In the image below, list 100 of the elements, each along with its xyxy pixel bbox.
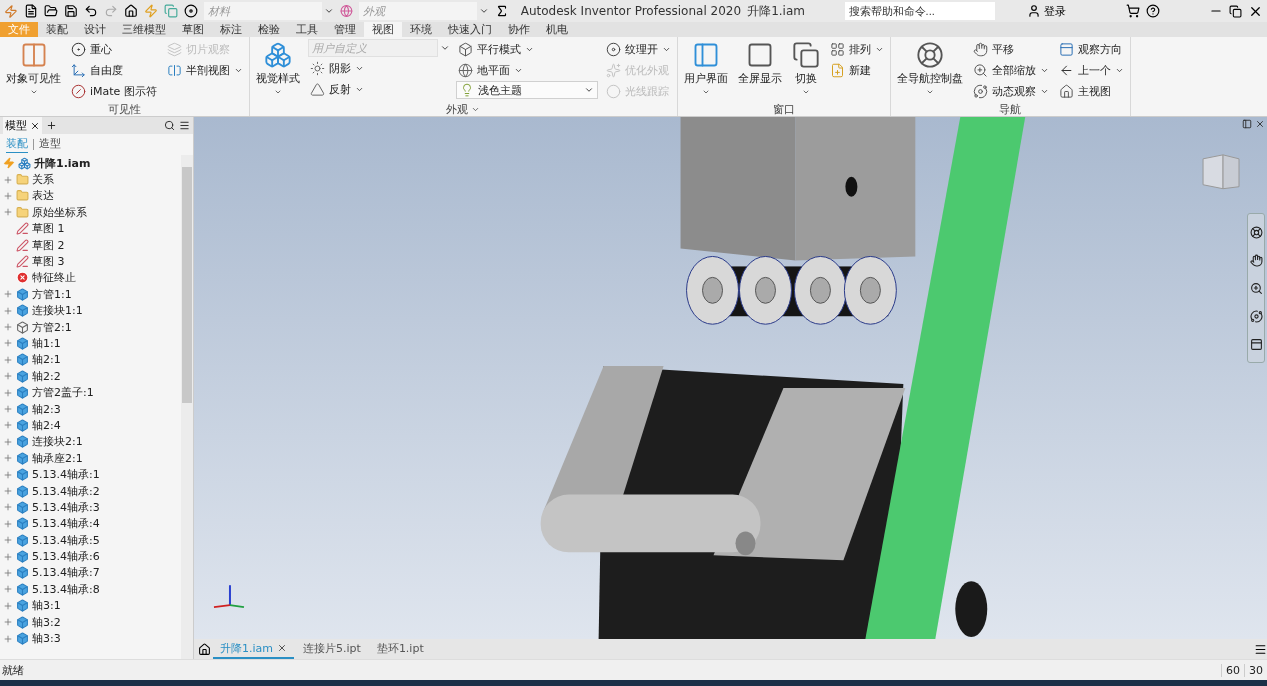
save-button[interactable] bbox=[63, 4, 78, 18]
restore-button[interactable] bbox=[1229, 4, 1242, 18]
orbit-icon[interactable] bbox=[1249, 309, 1263, 323]
plus-icon[interactable] bbox=[46, 120, 57, 131]
ribbon-tab[interactable]: 草图 bbox=[174, 22, 212, 37]
ribbon-tab[interactable]: 标注 bbox=[212, 22, 250, 37]
search-field[interactable]: 搜索帮助和命令... bbox=[844, 2, 995, 20]
mode-tab[interactable]: 造型 bbox=[39, 136, 61, 153]
update-button[interactable] bbox=[143, 4, 158, 18]
cart-button[interactable] bbox=[1126, 4, 1141, 18]
tree-item[interactable]: 5.13.4轴承:6 bbox=[32, 549, 100, 565]
ribbon-tab[interactable]: 机电 bbox=[538, 22, 576, 37]
tree-item[interactable]: 表达 bbox=[32, 188, 54, 204]
new-button[interactable] bbox=[23, 4, 38, 18]
lifebuoy-icon[interactable] bbox=[1249, 225, 1263, 239]
ribbon-tab[interactable]: 设计 bbox=[76, 22, 114, 37]
close-icon[interactable] bbox=[1255, 119, 1265, 129]
tree-item[interactable]: 轴2:3 bbox=[32, 401, 61, 417]
document-tab[interactable]: 垫环1.ipt bbox=[369, 639, 431, 659]
ribbon-button[interactable]: 主视图 bbox=[1056, 81, 1126, 101]
home-button[interactable] bbox=[123, 4, 138, 18]
ribbon-tab[interactable]: 协作 bbox=[500, 22, 538, 37]
tree-item[interactable]: 5.13.4轴承:5 bbox=[32, 532, 100, 548]
tree-item[interactable]: 特征终止 bbox=[32, 270, 76, 286]
texture-button[interactable] bbox=[183, 4, 198, 18]
ribbon-button[interactable]: 上一个 bbox=[1056, 60, 1126, 80]
ribbon-tab[interactable]: 视图 bbox=[364, 22, 402, 37]
tree-item[interactable]: 关系 bbox=[32, 172, 54, 188]
ribbon-button[interactable]: 反射 bbox=[307, 79, 450, 99]
open-button[interactable] bbox=[43, 4, 58, 18]
ribbon-button[interactable]: 动态观察 bbox=[970, 81, 1051, 101]
tree-item[interactable]: 升降1.iam bbox=[34, 155, 91, 171]
ribbon-button[interactable]: iMate 图示符 bbox=[69, 81, 159, 101]
ribbon-button[interactable]: 全导航控制盘 bbox=[894, 39, 965, 98]
tree-item[interactable]: 草图 3 bbox=[32, 254, 65, 270]
ribbon-button[interactable]: 排列 bbox=[827, 39, 886, 59]
tree-item[interactable]: 5.13.4轴承:3 bbox=[32, 499, 100, 515]
ribbon-tab[interactable]: 三维模型 bbox=[114, 22, 174, 37]
ribbon-button[interactable]: 半剖视图 bbox=[164, 60, 245, 80]
ribbon-button[interactable]: 全部缩放 bbox=[970, 60, 1051, 80]
ribbon-tab[interactable]: 装配 bbox=[38, 22, 76, 37]
help-button[interactable] bbox=[1146, 4, 1161, 18]
ribbon-button[interactable]: 平移 bbox=[970, 39, 1051, 59]
ribbon-button[interactable]: 用户界面 bbox=[681, 39, 730, 98]
ribbon-button[interactable]: 全屏显示 bbox=[735, 39, 784, 88]
tree-item[interactable]: 轴2:4 bbox=[32, 417, 61, 433]
appearance-dropdown[interactable]: 外观 bbox=[358, 2, 477, 20]
tree-item[interactable]: 轴1:1 bbox=[32, 336, 61, 351]
ribbon-button[interactable]: 新建 bbox=[827, 60, 886, 80]
material-dropdown[interactable]: 材料 bbox=[203, 2, 322, 20]
login-button[interactable]: 登录 bbox=[1025, 3, 1069, 19]
tree-item[interactable]: 草图 1 bbox=[32, 221, 65, 237]
tree-item[interactable]: 连接块2:1 bbox=[32, 434, 83, 450]
ribbon-tab[interactable]: 管理 bbox=[326, 22, 364, 37]
tree-item[interactable]: 5.13.4轴承:4 bbox=[32, 516, 100, 532]
ribbon-button[interactable]: 阴影 bbox=[307, 58, 450, 78]
ribbon-button[interactable]: 地平面 bbox=[455, 60, 598, 80]
ribbon-button[interactable]: 视觉样式 bbox=[253, 39, 302, 98]
tree-item[interactable]: 轴3:2 bbox=[32, 614, 61, 630]
scrollbar[interactable] bbox=[181, 155, 193, 659]
ribbon-tab[interactable]: 工具 bbox=[288, 22, 326, 37]
tree-item[interactable]: 方管2:1 bbox=[32, 319, 72, 335]
tree-item[interactable]: 方管2盖子:1 bbox=[32, 385, 94, 401]
model-tab[interactable]: 模型 bbox=[3, 117, 42, 134]
tree-item[interactable]: 5.13.4轴承:7 bbox=[32, 565, 100, 581]
hand-icon[interactable] bbox=[1249, 253, 1263, 267]
ribbon-button[interactable]: 纹理开 bbox=[603, 39, 673, 59]
menu-icon[interactable] bbox=[179, 120, 190, 131]
ribbon-button[interactable]: 自由度 bbox=[69, 60, 159, 80]
tree-item[interactable]: 轴2:2 bbox=[32, 368, 61, 384]
tree-item[interactable]: 草图 2 bbox=[32, 237, 65, 253]
ribbon-button[interactable]: 对象可见性 bbox=[4, 39, 63, 98]
ribbon-tab[interactable]: 环境 bbox=[402, 22, 440, 37]
ribbon-button[interactable]: 观察方向 bbox=[1056, 39, 1126, 59]
tree-item[interactable]: 连接块1:1 bbox=[32, 303, 83, 319]
ribbon-button[interactable]: 切换 bbox=[789, 39, 822, 98]
tree-item[interactable]: 5.13.4轴承:8 bbox=[32, 581, 100, 597]
tree-item[interactable]: 5.13.4轴承:2 bbox=[32, 483, 100, 499]
search-icon[interactable] bbox=[164, 120, 175, 131]
tree-item[interactable]: 轴3:3 bbox=[32, 631, 61, 646]
window-icon[interactable] bbox=[1242, 119, 1252, 129]
ribbon-button[interactable]: 重心 bbox=[69, 39, 159, 59]
undo-button[interactable] bbox=[83, 4, 98, 18]
panel-icon[interactable] bbox=[1249, 337, 1263, 351]
tree-item[interactable]: 轴2:1 bbox=[32, 352, 61, 368]
document-tab[interactable]: 连接片5.ipt bbox=[296, 639, 368, 659]
tree-item[interactable]: 5.13.4轴承:1 bbox=[32, 467, 100, 483]
redo-button[interactable] bbox=[103, 4, 118, 18]
ribbon-tab[interactable]: 快速入门 bbox=[440, 22, 500, 37]
tree-item[interactable]: 方管1:1 bbox=[32, 286, 72, 302]
ribbon-tab[interactable]: 检验 bbox=[250, 22, 288, 37]
zoom-icon[interactable] bbox=[1249, 281, 1263, 295]
close-icon[interactable] bbox=[277, 643, 287, 653]
ribbon-button[interactable]: 平行模式 bbox=[455, 39, 598, 59]
panel-title-menu[interactable]: 外观 bbox=[444, 101, 483, 117]
mode-tab[interactable]: 装配 bbox=[6, 136, 28, 153]
theme-dropdown[interactable]: 浅色主题 bbox=[455, 81, 598, 99]
tree-item[interactable]: 原始坐标系 bbox=[32, 204, 87, 220]
tree-item[interactable]: 轴3:1 bbox=[32, 598, 61, 614]
tree-item[interactable]: 轴承座2:1 bbox=[32, 450, 83, 466]
